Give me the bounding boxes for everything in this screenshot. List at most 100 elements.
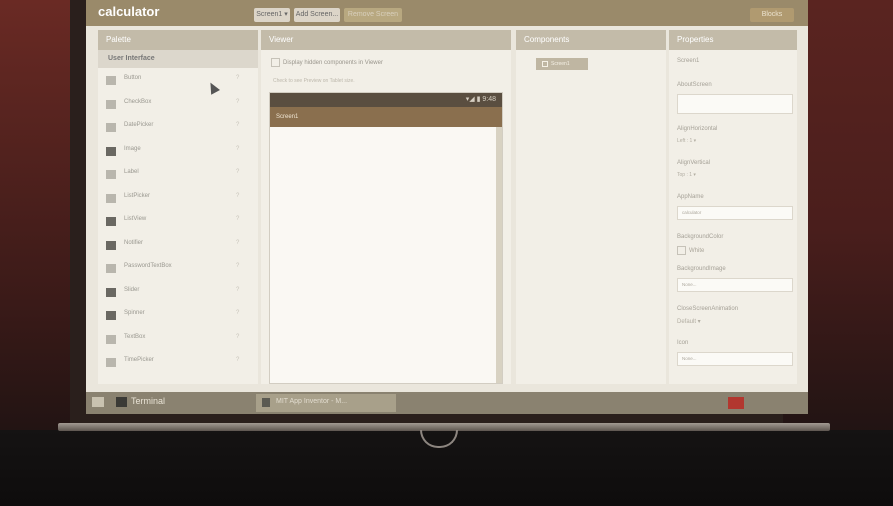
icon-label: Icon	[677, 340, 689, 346]
align-vertical-dropdown[interactable]: Top : 1 ▾	[677, 172, 696, 178]
palette-item-label: ListPicker	[124, 192, 151, 199]
phone-screen-title: Screen1	[270, 107, 502, 127]
align-horizontal-label: AlignHorizontal	[677, 126, 718, 132]
icon-input[interactable]: None...	[677, 352, 793, 366]
notifier-icon	[106, 240, 116, 250]
palette-item-label: Image	[124, 145, 141, 152]
viewer-panel: Viewer Display hidden components in View…	[261, 30, 511, 384]
spinner-icon	[106, 311, 116, 320]
viewer-header: Viewer	[261, 30, 511, 50]
help-icon[interactable]: ?	[236, 122, 239, 128]
collapse-icon[interactable]	[542, 60, 548, 67]
slider-icon	[106, 287, 116, 297]
display-hidden-checkbox[interactable]: Display hidden components in Viewer	[271, 58, 383, 67]
background-image-input[interactable]: None...	[677, 278, 793, 292]
about-screen-label: AboutScreen	[677, 82, 712, 88]
phone-status-bar: ▾◢ ▮ 9:48	[270, 93, 502, 107]
palette-item-label: Notifier	[124, 239, 144, 246]
browser-task[interactable]: MIT App Inventor - M...	[256, 394, 396, 412]
components-panel: Components Screen1	[516, 30, 666, 384]
background-color-picker[interactable]: White	[677, 246, 704, 255]
palette-item-label: TimePicker	[124, 357, 154, 363]
start-menu-icon[interactable]	[92, 397, 104, 407]
browser-icon	[262, 398, 270, 407]
textbox-icon	[106, 334, 116, 344]
palette-panel: Palette User Interface Button ? CheckBox…	[98, 30, 258, 384]
about-screen-input[interactable]	[677, 94, 793, 114]
app-name-input[interactable]: calculator	[677, 206, 793, 220]
help-icon[interactable]: ?	[236, 310, 239, 316]
help-icon[interactable]: ?	[236, 146, 239, 152]
palette-item-label[interactable]: Label ?	[98, 162, 258, 186]
palette-item-label: ListView	[124, 216, 147, 222]
tablet-preview-toggle[interactable]: Check to see Preview on Tablet size.	[273, 78, 355, 84]
palette-item-label: CheckBox	[124, 98, 152, 105]
help-icon[interactable]: ?	[236, 216, 239, 222]
palette-item-slider[interactable]: Slider ?	[98, 280, 258, 304]
listview-icon	[106, 217, 116, 226]
palette-item-label: Button	[124, 75, 142, 81]
color-swatch-icon	[677, 246, 686, 255]
palette-item-notifier[interactable]: Notifier ?	[98, 233, 258, 257]
palette-item-listpicker[interactable]: ListPicker ?	[98, 186, 258, 210]
palette-item-passwordtextbox[interactable]: PasswordTextBox ?	[98, 256, 258, 280]
background-color-value: White	[689, 248, 705, 255]
palette-item-label: TextBox	[124, 333, 146, 340]
palette-list: Button ? CheckBox ? DatePicker ? Image ?…	[98, 68, 258, 374]
background-color-label: BackgroundColor	[677, 234, 724, 240]
palette-item-checkbox[interactable]: CheckBox ?	[98, 92, 258, 116]
help-icon[interactable]: ?	[236, 357, 239, 363]
phone-scrollbar[interactable]	[496, 127, 502, 383]
datepicker-icon	[106, 123, 116, 132]
align-horizontal-dropdown[interactable]: Left : 1 ▾	[677, 138, 696, 144]
palette-item-image[interactable]: Image ?	[98, 139, 258, 163]
app-name-label: AppName	[677, 194, 704, 200]
tray-indicator-icon[interactable]	[728, 397, 744, 409]
palette-item-label: PasswordTextBox	[124, 263, 172, 269]
palette-item-timepicker[interactable]: TimePicker ?	[98, 350, 258, 374]
components-header: Components	[516, 30, 666, 50]
palette-item-label: Label	[124, 169, 139, 175]
palette-item-listview[interactable]: ListView ?	[98, 209, 258, 233]
screen-select-dropdown[interactable]: Screen1 ▾	[254, 8, 290, 22]
terminal-icon[interactable]	[116, 397, 127, 407]
project-title: calculator	[98, 4, 160, 19]
display-hidden-label: Display hidden components in Viewer	[283, 60, 383, 67]
status-icons: ▾◢ ▮ 9:48	[465, 96, 496, 103]
phone-preview: ▾◢ ▮ 9:48 Screen1	[269, 92, 503, 384]
help-icon[interactable]: ?	[236, 99, 239, 105]
remove-screen-button[interactable]: Remove Screen	[344, 8, 402, 22]
add-screen-button[interactable]: Add Screen...	[294, 8, 340, 22]
close-screen-animation-dropdown[interactable]: Default ▾	[677, 318, 701, 325]
button-icon	[106, 76, 116, 85]
help-icon[interactable]: ?	[236, 287, 239, 293]
checkbox-icon[interactable]	[271, 58, 280, 67]
top-toolbar: calculator Screen1 ▾ Add Screen... Remov…	[86, 0, 808, 26]
palette-item-label: DatePicker	[124, 122, 154, 128]
help-icon[interactable]: ?	[236, 240, 239, 246]
palette-item-textbox[interactable]: TextBox ?	[98, 327, 258, 351]
palette-item-spinner[interactable]: Spinner ?	[98, 303, 258, 327]
password-icon	[106, 264, 116, 273]
help-icon[interactable]: ?	[236, 193, 239, 199]
close-screen-animation-label: CloseScreenAnimation	[677, 306, 739, 312]
help-icon[interactable]: ?	[236, 334, 239, 340]
blocks-button[interactable]: Blocks	[750, 8, 794, 22]
terminal-task[interactable]: Terminal	[131, 396, 165, 406]
palette-item-button[interactable]: Button ?	[98, 68, 258, 92]
help-icon[interactable]: ?	[236, 75, 239, 81]
palette-item-label: Spinner	[124, 310, 145, 316]
checkbox-icon	[106, 99, 116, 109]
selected-component: Screen1	[677, 58, 700, 64]
browser-task-label: MIT App Inventor - M...	[276, 398, 348, 405]
align-vertical-label: AlignVertical	[677, 160, 711, 166]
palette-section-user-interface[interactable]: User Interface	[98, 50, 258, 68]
os-taskbar: Terminal MIT App Inventor - M...	[86, 392, 808, 414]
component-item-screen1[interactable]: Screen1	[536, 58, 588, 70]
help-icon[interactable]: ?	[236, 169, 239, 175]
component-label: Screen1	[551, 61, 570, 67]
palette-item-label: Slider	[124, 286, 140, 293]
help-icon[interactable]: ?	[236, 263, 239, 269]
palette-item-datepicker[interactable]: DatePicker ?	[98, 115, 258, 139]
properties-panel: Properties Screen1 AboutScreen AlignHori…	[669, 30, 797, 384]
